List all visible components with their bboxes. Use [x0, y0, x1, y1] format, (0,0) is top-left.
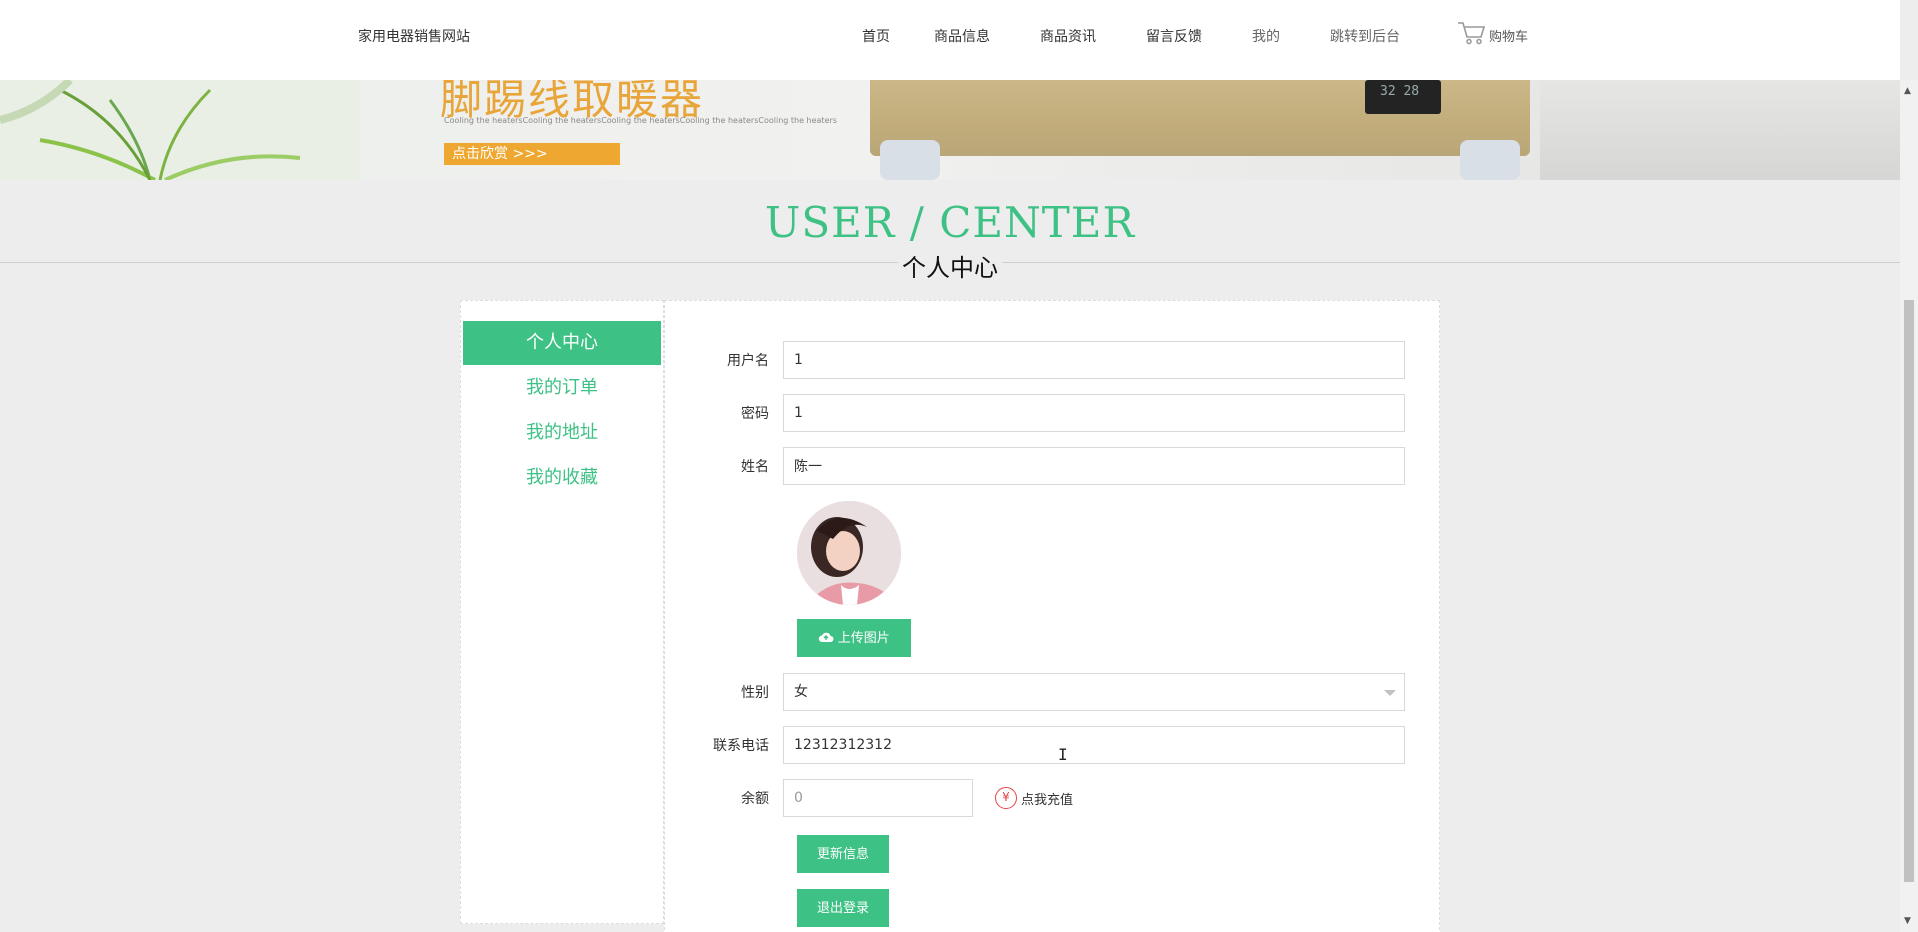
scroll-down-icon[interactable]: ▼ — [1904, 916, 1911, 926]
promo-banner[interactable]: 脚踢线取暖器 Cooling the heatersCooling the he… — [0, 80, 1900, 180]
user-sidebar: 个人中心 我的订单 我的地址 我的收藏 — [460, 300, 664, 924]
top-header: 家用电器销售网站 首页 商品信息 商品资讯 留言反馈 我的 跳转到后台 购物车 — [0, 0, 1900, 80]
cart-label: 购物车 — [1489, 30, 1529, 45]
gender-label: 性别 — [741, 685, 769, 701]
nav-feedback[interactable]: 留言反馈 — [1146, 26, 1202, 46]
page-scrollbar[interactable]: ▲ ▼ — [1900, 80, 1918, 932]
name-row: 姓名 — [665, 447, 1405, 485]
plant-image — [0, 80, 360, 180]
name-field[interactable] — [783, 447, 1405, 485]
cart-icon — [1458, 22, 1486, 45]
username-label: 用户名 — [727, 353, 769, 369]
password-row: 密码 — [665, 394, 1405, 432]
scroll-up-icon[interactable]: ▲ — [1904, 86, 1911, 96]
banner-button[interactable]: 点击欣赏 >>> — [444, 143, 620, 165]
heater-display-text: 32 28 — [1380, 84, 1420, 99]
nav-home[interactable]: 首页 — [862, 26, 890, 46]
main-nav: 首页 商品信息 商品资讯 留言反馈 我的 跳转到后台 — [862, 26, 1400, 46]
page-title-cn: 个人中心 — [0, 248, 1900, 283]
scroll-thumb[interactable] — [1904, 300, 1914, 882]
username-field[interactable] — [783, 341, 1405, 379]
nav-mine[interactable]: 我的 — [1252, 26, 1280, 46]
heater-foot — [1460, 140, 1520, 180]
text-cursor-icon: I — [1058, 745, 1068, 764]
password-label: 密码 — [741, 406, 769, 422]
recharge-label: 点我充值 — [1021, 792, 1074, 808]
gender-value: 女 — [794, 684, 808, 700]
recharge-link[interactable]: ¥ 点我充值 — [995, 787, 1073, 809]
gender-select[interactable]: 女 — [783, 673, 1405, 711]
nav-news[interactable]: 商品资讯 — [1040, 26, 1096, 46]
cart-link[interactable]: 购物车 — [1456, 20, 1528, 46]
password-field[interactable] — [783, 394, 1405, 432]
nav-products[interactable]: 商品信息 — [934, 26, 990, 46]
nav-admin[interactable]: 跳转到后台 — [1330, 26, 1400, 46]
phone-row: 联系电话 — [665, 726, 1405, 764]
yen-circle-icon: ¥ — [995, 787, 1017, 809]
upload-image-label: 上传图片 — [837, 630, 890, 645]
avatar — [797, 501, 901, 605]
phone-field[interactable] — [783, 726, 1405, 764]
cloud-upload-icon — [818, 632, 834, 642]
sidebar-item-profile[interactable]: 个人中心 — [463, 321, 661, 365]
upload-image-button[interactable]: 上传图片 — [797, 619, 911, 657]
sidebar-item-favorites[interactable]: 我的收藏 — [461, 456, 663, 500]
room-image — [1540, 80, 1900, 180]
profile-form: 用户名 密码 姓名 上传图片 性别 女 联系电话 余额 — [664, 300, 1440, 932]
page-title-en: USER / CENTER — [764, 198, 1136, 247]
site-name[interactable]: 家用电器销售网站 — [358, 26, 470, 46]
username-row: 用户名 — [665, 341, 1405, 379]
sidebar-item-address[interactable]: 我的地址 — [461, 411, 663, 455]
phone-label: 联系电话 — [713, 738, 769, 754]
name-label: 姓名 — [741, 459, 769, 475]
heater-foot — [880, 140, 940, 180]
gender-row: 性别 女 — [665, 673, 1405, 711]
logout-button[interactable]: 退出登录 — [797, 889, 889, 927]
banner-subtitle: Cooling the heatersCooling the heatersCo… — [444, 116, 837, 125]
chevron-down-icon — [1384, 690, 1396, 696]
balance-row: 余额 — [665, 779, 973, 817]
sidebar-item-orders[interactable]: 我的订单 — [461, 366, 663, 410]
page-title-cn-text: 个人中心 — [898, 254, 1002, 282]
balance-label: 余额 — [741, 791, 769, 807]
balance-field[interactable] — [783, 779, 973, 817]
update-info-button[interactable]: 更新信息 — [797, 835, 889, 873]
